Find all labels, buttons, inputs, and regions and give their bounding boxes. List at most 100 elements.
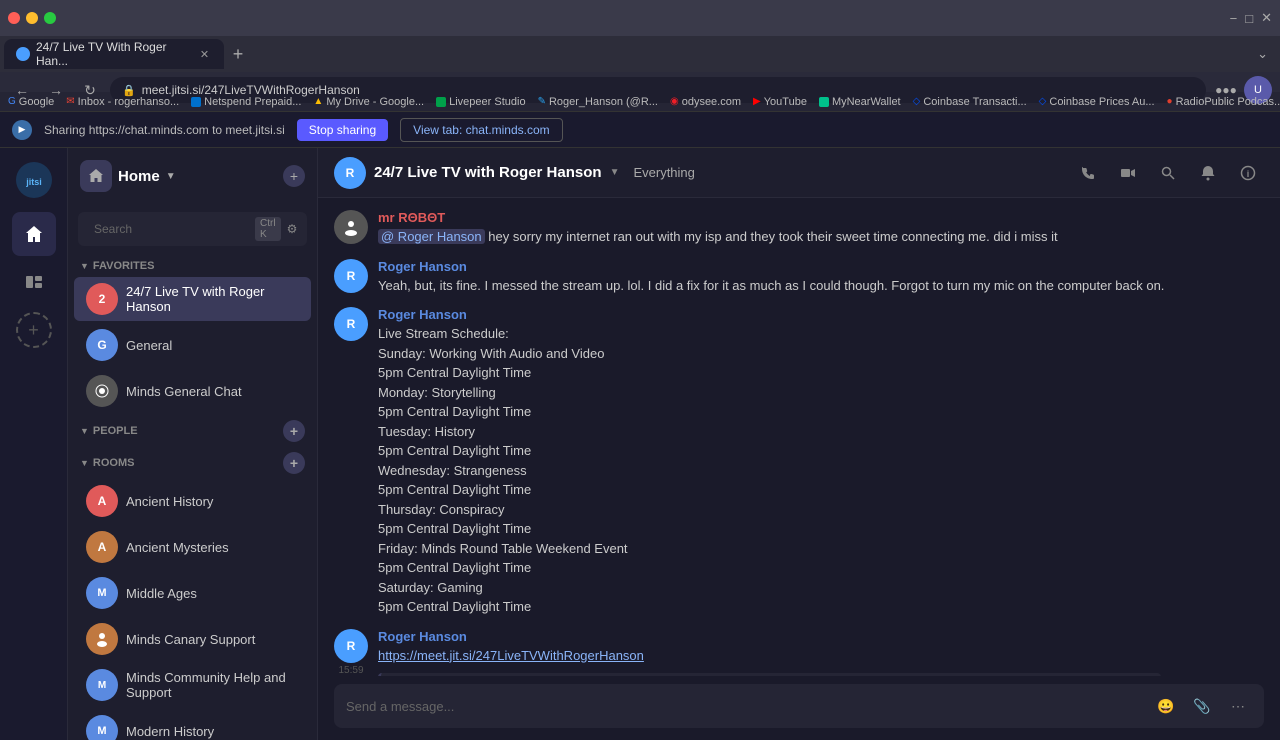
- channel-item-247live[interactable]: 2 24/7 Live TV with Roger Hanson: [74, 277, 311, 321]
- channel-avatar: 2: [86, 283, 118, 315]
- bookmark-coinbase-prices[interactable]: ◇ Coinbase Prices Au...: [1039, 96, 1155, 108]
- chat-input-area: 😀 📎 ⋯: [318, 676, 1280, 740]
- message-content: Roger Hanson https://meet.jit.si/247Live…: [378, 629, 1161, 677]
- bookmark-inbox[interactable]: ✉ Inbox - rogerhanso...: [66, 96, 179, 108]
- home-header-icon: [80, 160, 112, 192]
- sidebar-rooms-icon[interactable]: [12, 260, 56, 304]
- rooms-section-header[interactable]: ▼ Rooms +: [68, 446, 317, 478]
- search-input[interactable]: [94, 222, 249, 236]
- bookmark-mynearwallet[interactable]: MyNearWallet: [819, 96, 901, 108]
- bookmark-odysee[interactable]: ◉ odysee.com: [670, 96, 741, 108]
- message-react-button[interactable]: 😄: [1184, 307, 1208, 331]
- channel-list: Home ▼ + Ctrl K ⚙ ▼ Favorites 2 24/7 Liv…: [68, 148, 318, 740]
- channel-name: Minds General Chat: [126, 384, 242, 399]
- chat-header-avatar: R: [334, 157, 366, 189]
- message-avatar: R: [334, 259, 368, 293]
- message-row: mr RΘBΘT @ Roger Hanson hey sorry my int…: [334, 210, 1264, 247]
- people-add-button[interactable]: +: [283, 420, 305, 442]
- home-chevron-icon: ▼: [166, 171, 176, 182]
- browser-chrome: − □ ✕ 24/7 Live TV With Roger Han... ✕ +…: [0, 0, 1280, 92]
- search-bar[interactable]: Ctrl K ⚙: [78, 212, 307, 246]
- rooms-add-button[interactable]: +: [283, 452, 305, 474]
- active-tab[interactable]: 24/7 Live TV With Roger Han... ✕: [4, 39, 224, 69]
- bookmark-youtube[interactable]: ▶ YouTube: [753, 96, 807, 108]
- view-tab-button[interactable]: View tab: chat.minds.com: [400, 118, 563, 142]
- chat-input-container: 😀 📎 ⋯: [334, 684, 1264, 728]
- message-content: Roger Hanson Live Stream Schedule: Sunda…: [378, 307, 1174, 617]
- channel-item-modern-history[interactable]: M Modern History: [74, 709, 311, 740]
- tab-title: 24/7 Live TV With Roger Han...: [36, 40, 191, 68]
- video-button[interactable]: [1112, 157, 1144, 189]
- tab-strip-menu[interactable]: ⌄: [1249, 46, 1276, 62]
- channel-avatar: A: [86, 531, 118, 563]
- stop-sharing-button[interactable]: Stop sharing: [297, 119, 388, 141]
- channel-item-community-help[interactable]: M Minds Community Help and Support: [74, 663, 311, 707]
- notifications-button[interactable]: [1192, 157, 1224, 189]
- message-more-button[interactable]: ⋮: [1212, 259, 1236, 283]
- call-button[interactable]: [1072, 157, 1104, 189]
- more-options-button[interactable]: ⋯: [1224, 692, 1252, 720]
- search-settings-icon[interactable]: ⚙: [287, 222, 298, 236]
- people-section-header[interactable]: ▼ People +: [68, 414, 317, 446]
- svg-text:i: i: [1247, 169, 1250, 179]
- sidebar-home-icon[interactable]: [12, 212, 56, 256]
- channel-item-general[interactable]: G General: [74, 323, 311, 367]
- title-bar: − □ ✕: [0, 0, 1280, 36]
- jitsi-logo: jitsi: [10, 156, 58, 204]
- message-emoji-button[interactable]: 😄: [1240, 259, 1264, 283]
- message-more-button[interactable]: ⋮: [1240, 210, 1264, 234]
- channel-avatar: [86, 623, 118, 655]
- message-react-button[interactable]: 😄: [1184, 259, 1208, 283]
- maximize-icon[interactable]: □: [1245, 11, 1253, 26]
- bookmark-roger[interactable]: ✎ Roger_Hanson (@R...: [538, 96, 658, 108]
- favorites-chevron-icon: ▼: [80, 261, 89, 271]
- tab-close-button[interactable]: ✕: [197, 46, 212, 62]
- channel-item-ancient-mysteries[interactable]: A Ancient Mysteries: [74, 525, 311, 569]
- channel-name: Minds Community Help and Support: [126, 670, 299, 700]
- message-link[interactable]: https://meet.jit.si/247LiveTVWithRogerHa…: [378, 648, 644, 663]
- home-header[interactable]: Home ▼ +: [68, 148, 317, 204]
- search-button[interactable]: [1152, 157, 1184, 189]
- bookmark-drive[interactable]: ▲ My Drive - Google...: [313, 96, 424, 108]
- header-actions: i: [1072, 157, 1264, 189]
- message-react-button[interactable]: 😄: [1212, 210, 1236, 234]
- app: jitsi + Home ▼ +: [0, 148, 1280, 740]
- favorites-section-header[interactable]: ▼ Favorites: [68, 254, 317, 276]
- bookmark-netspend[interactable]: Netspend Prepaid...: [191, 96, 301, 108]
- attach-button[interactable]: 📎: [1188, 692, 1216, 720]
- message-audio-button[interactable]: 🎤: [1240, 307, 1264, 331]
- channel-avatar: G: [86, 329, 118, 361]
- channel-item-middle-ages[interactable]: M Middle Ages: [74, 571, 311, 615]
- channel-item-canary-support[interactable]: Minds Canary Support: [74, 617, 311, 661]
- message-more-button[interactable]: ⋮: [1199, 629, 1223, 653]
- bookmark-radiopublic[interactable]: ● RadioPublic Podcas...: [1167, 96, 1280, 108]
- channel-avatar: M: [86, 669, 118, 701]
- channel-item-ancient-history[interactable]: A Ancient History: [74, 479, 311, 523]
- message-avatar: R: [334, 307, 368, 341]
- channel-name: Middle Ages: [126, 586, 197, 601]
- bookmark-coinbase-tx[interactable]: ◇ Coinbase Transacti...: [913, 96, 1027, 108]
- channel-item-minds-general[interactable]: Minds General Chat: [74, 369, 311, 413]
- message-header: mr RΘBΘT: [378, 210, 1202, 225]
- channel-name: Modern History: [126, 724, 214, 739]
- message-content: mr RΘBΘT @ Roger Hanson hey sorry my int…: [378, 210, 1202, 247]
- emoji-button[interactable]: 😀: [1152, 692, 1180, 720]
- people-chevron-icon: ▼: [80, 426, 89, 436]
- message-react-button[interactable]: 😄: [1171, 629, 1195, 653]
- new-tab-button[interactable]: +: [224, 40, 252, 68]
- minimize-icon[interactable]: −: [1230, 11, 1238, 26]
- message-input[interactable]: [346, 699, 1144, 714]
- message-time: 15:59: [338, 665, 363, 676]
- message-row: R Roger Hanson Yeah, but, its fine. I me…: [334, 259, 1264, 296]
- main-chat: R 24/7 Live TV with Roger Hanson ▼ Every…: [318, 148, 1280, 740]
- sharing-text: Sharing https://chat.minds.com to meet.j…: [44, 123, 285, 137]
- close-icon[interactable]: ✕: [1261, 10, 1272, 26]
- bookmark-livepeer[interactable]: Livepeer Studio: [436, 96, 525, 108]
- bookmark-google[interactable]: G Google: [8, 96, 54, 108]
- message-text: Yeah, but, its fine. I messed the stream…: [378, 276, 1174, 296]
- message-author: Roger Hanson: [378, 259, 467, 274]
- info-button[interactable]: i: [1232, 157, 1264, 189]
- home-add-button[interactable]: +: [283, 165, 305, 187]
- message-more-button[interactable]: ⋮: [1212, 307, 1236, 331]
- sidebar-add-button[interactable]: +: [16, 312, 52, 348]
